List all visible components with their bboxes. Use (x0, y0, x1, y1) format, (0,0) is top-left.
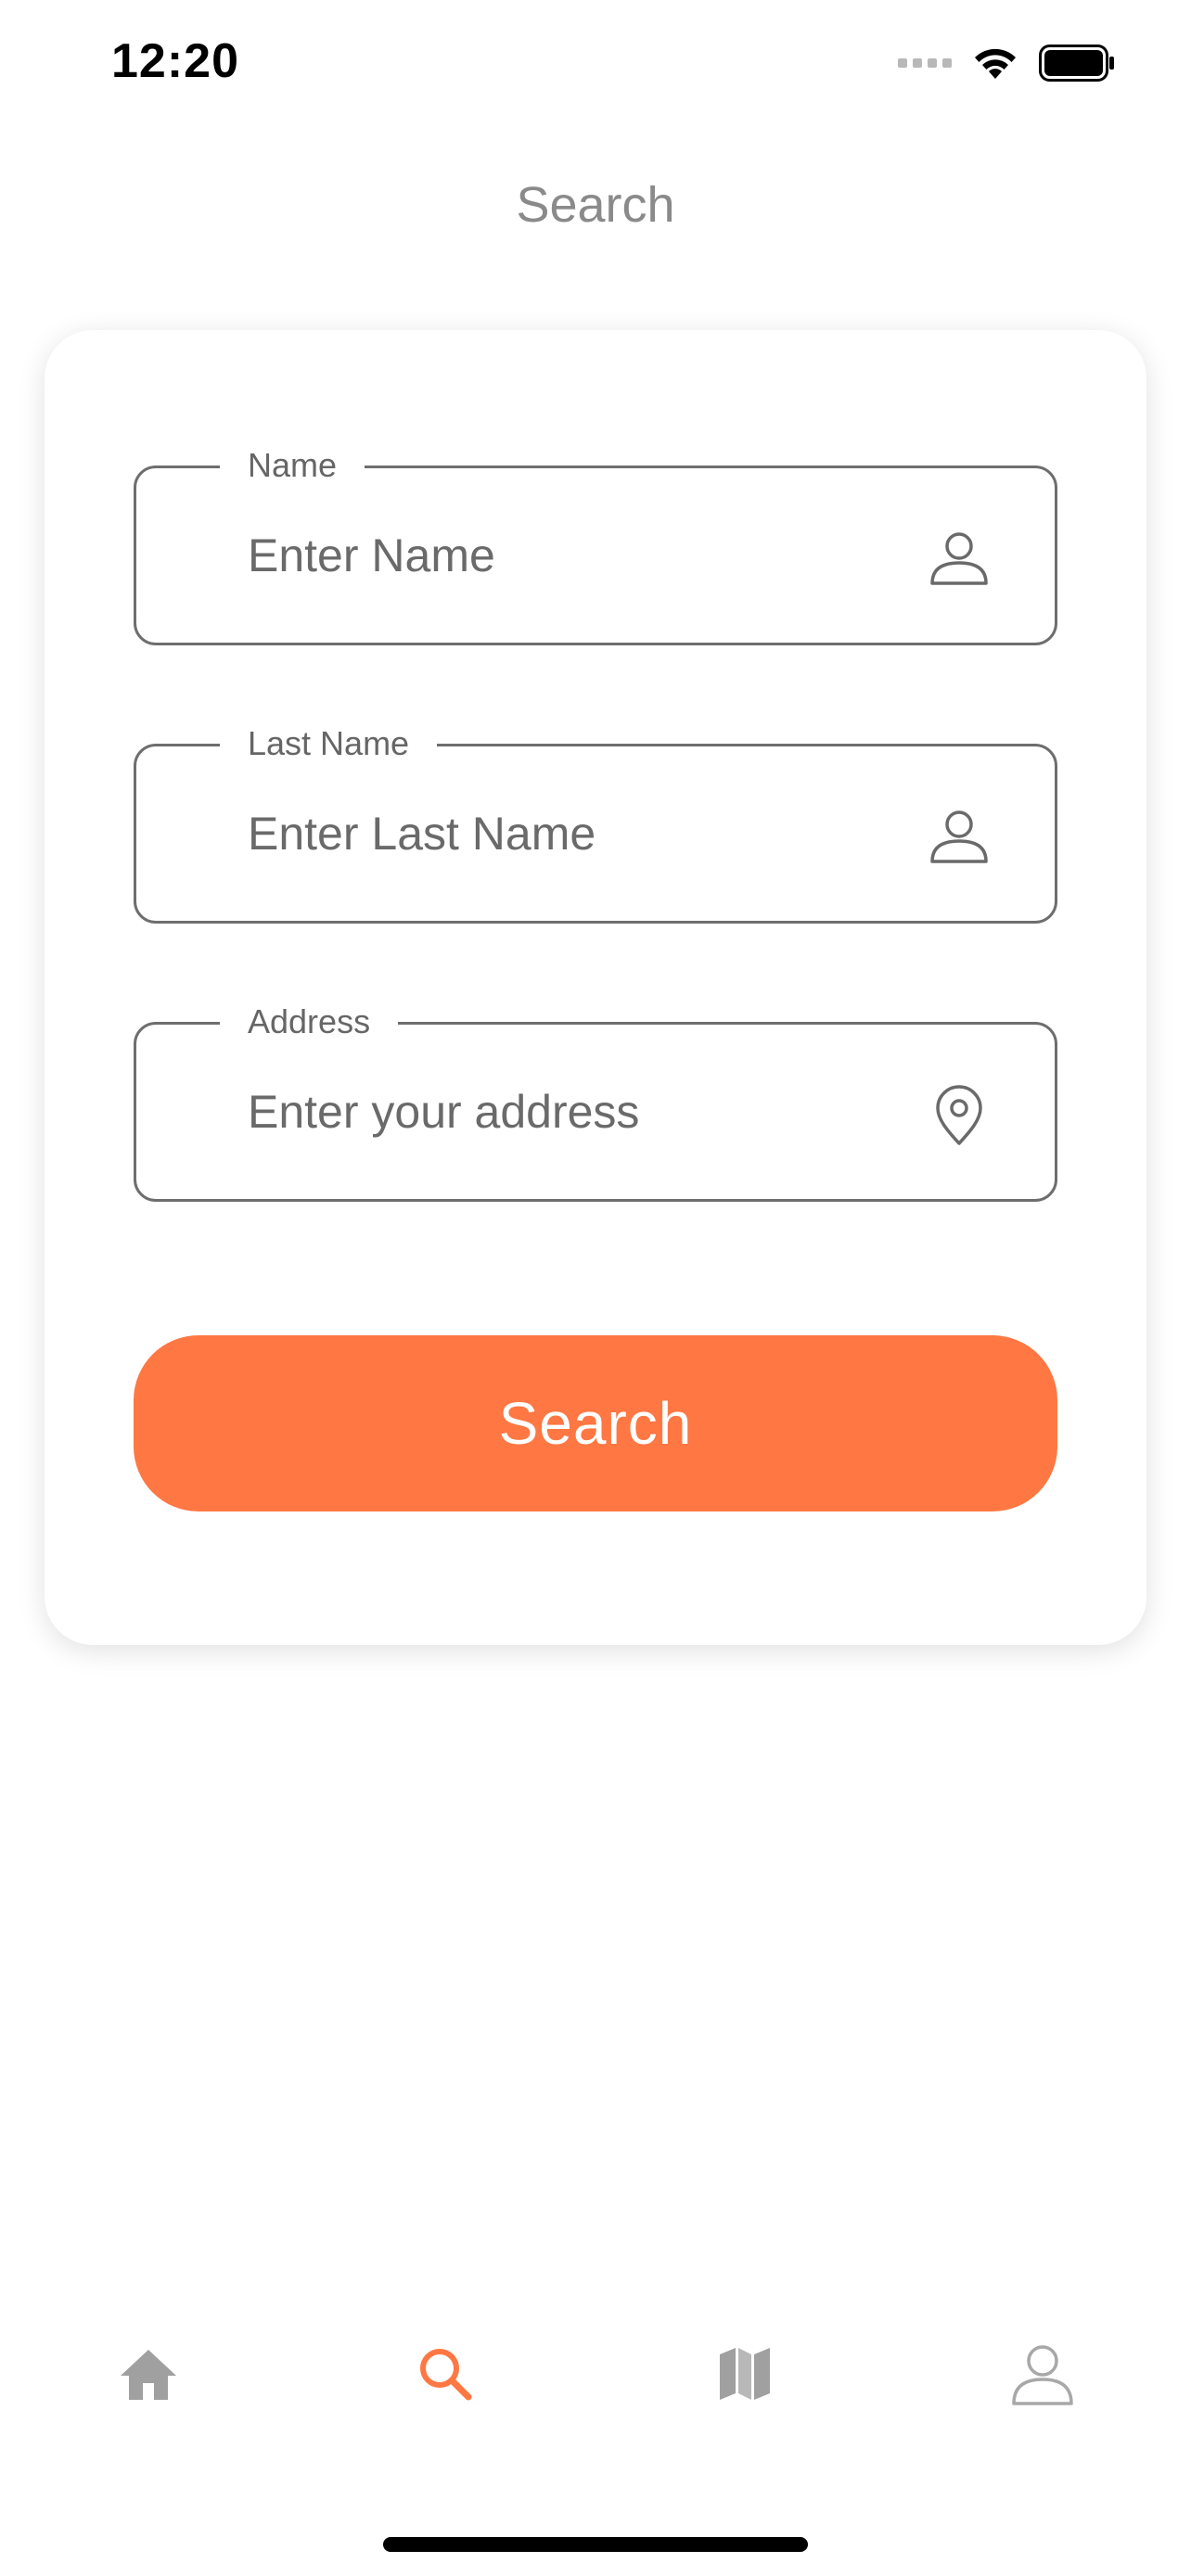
page-title: Search (516, 177, 675, 233)
location-pin-icon (936, 1085, 982, 1145)
user-icon (930, 532, 988, 585)
last-name-input[interactable] (248, 746, 897, 921)
name-input[interactable] (248, 468, 897, 643)
profile-icon (1012, 2345, 1073, 2405)
status-indicators (898, 45, 1115, 82)
user-icon (930, 810, 988, 863)
search-screen: 12:20 Search Name Enter Name Last Name E… (0, 0, 1191, 2576)
map-icon (720, 2348, 770, 2400)
status-time: 12:20 (111, 34, 239, 88)
search-icon (420, 2349, 472, 2401)
search-form-card: Name Last Name Address Search (45, 330, 1146, 1645)
last-name-field: Last Name (134, 721, 1057, 924)
cellular-signal-icon (898, 58, 952, 68)
battery-icon (1039, 45, 1114, 82)
wifi-icon (975, 48, 1016, 79)
address-input[interactable] (248, 1025, 897, 1199)
name-field: Name (134, 442, 1057, 645)
home-icon (121, 2350, 176, 2400)
status-bar: 12:20 (0, 0, 1191, 130)
home-indicator[interactable] (383, 2537, 808, 2552)
bottom-tab-bar (0, 2318, 1191, 2429)
tab-profile[interactable] (987, 2318, 1098, 2429)
address-field: Address (134, 999, 1057, 1202)
search-button[interactable]: Search (134, 1335, 1057, 1511)
tab-map[interactable] (689, 2318, 800, 2429)
tab-home[interactable] (93, 2318, 204, 2429)
tab-search[interactable] (390, 2318, 501, 2429)
